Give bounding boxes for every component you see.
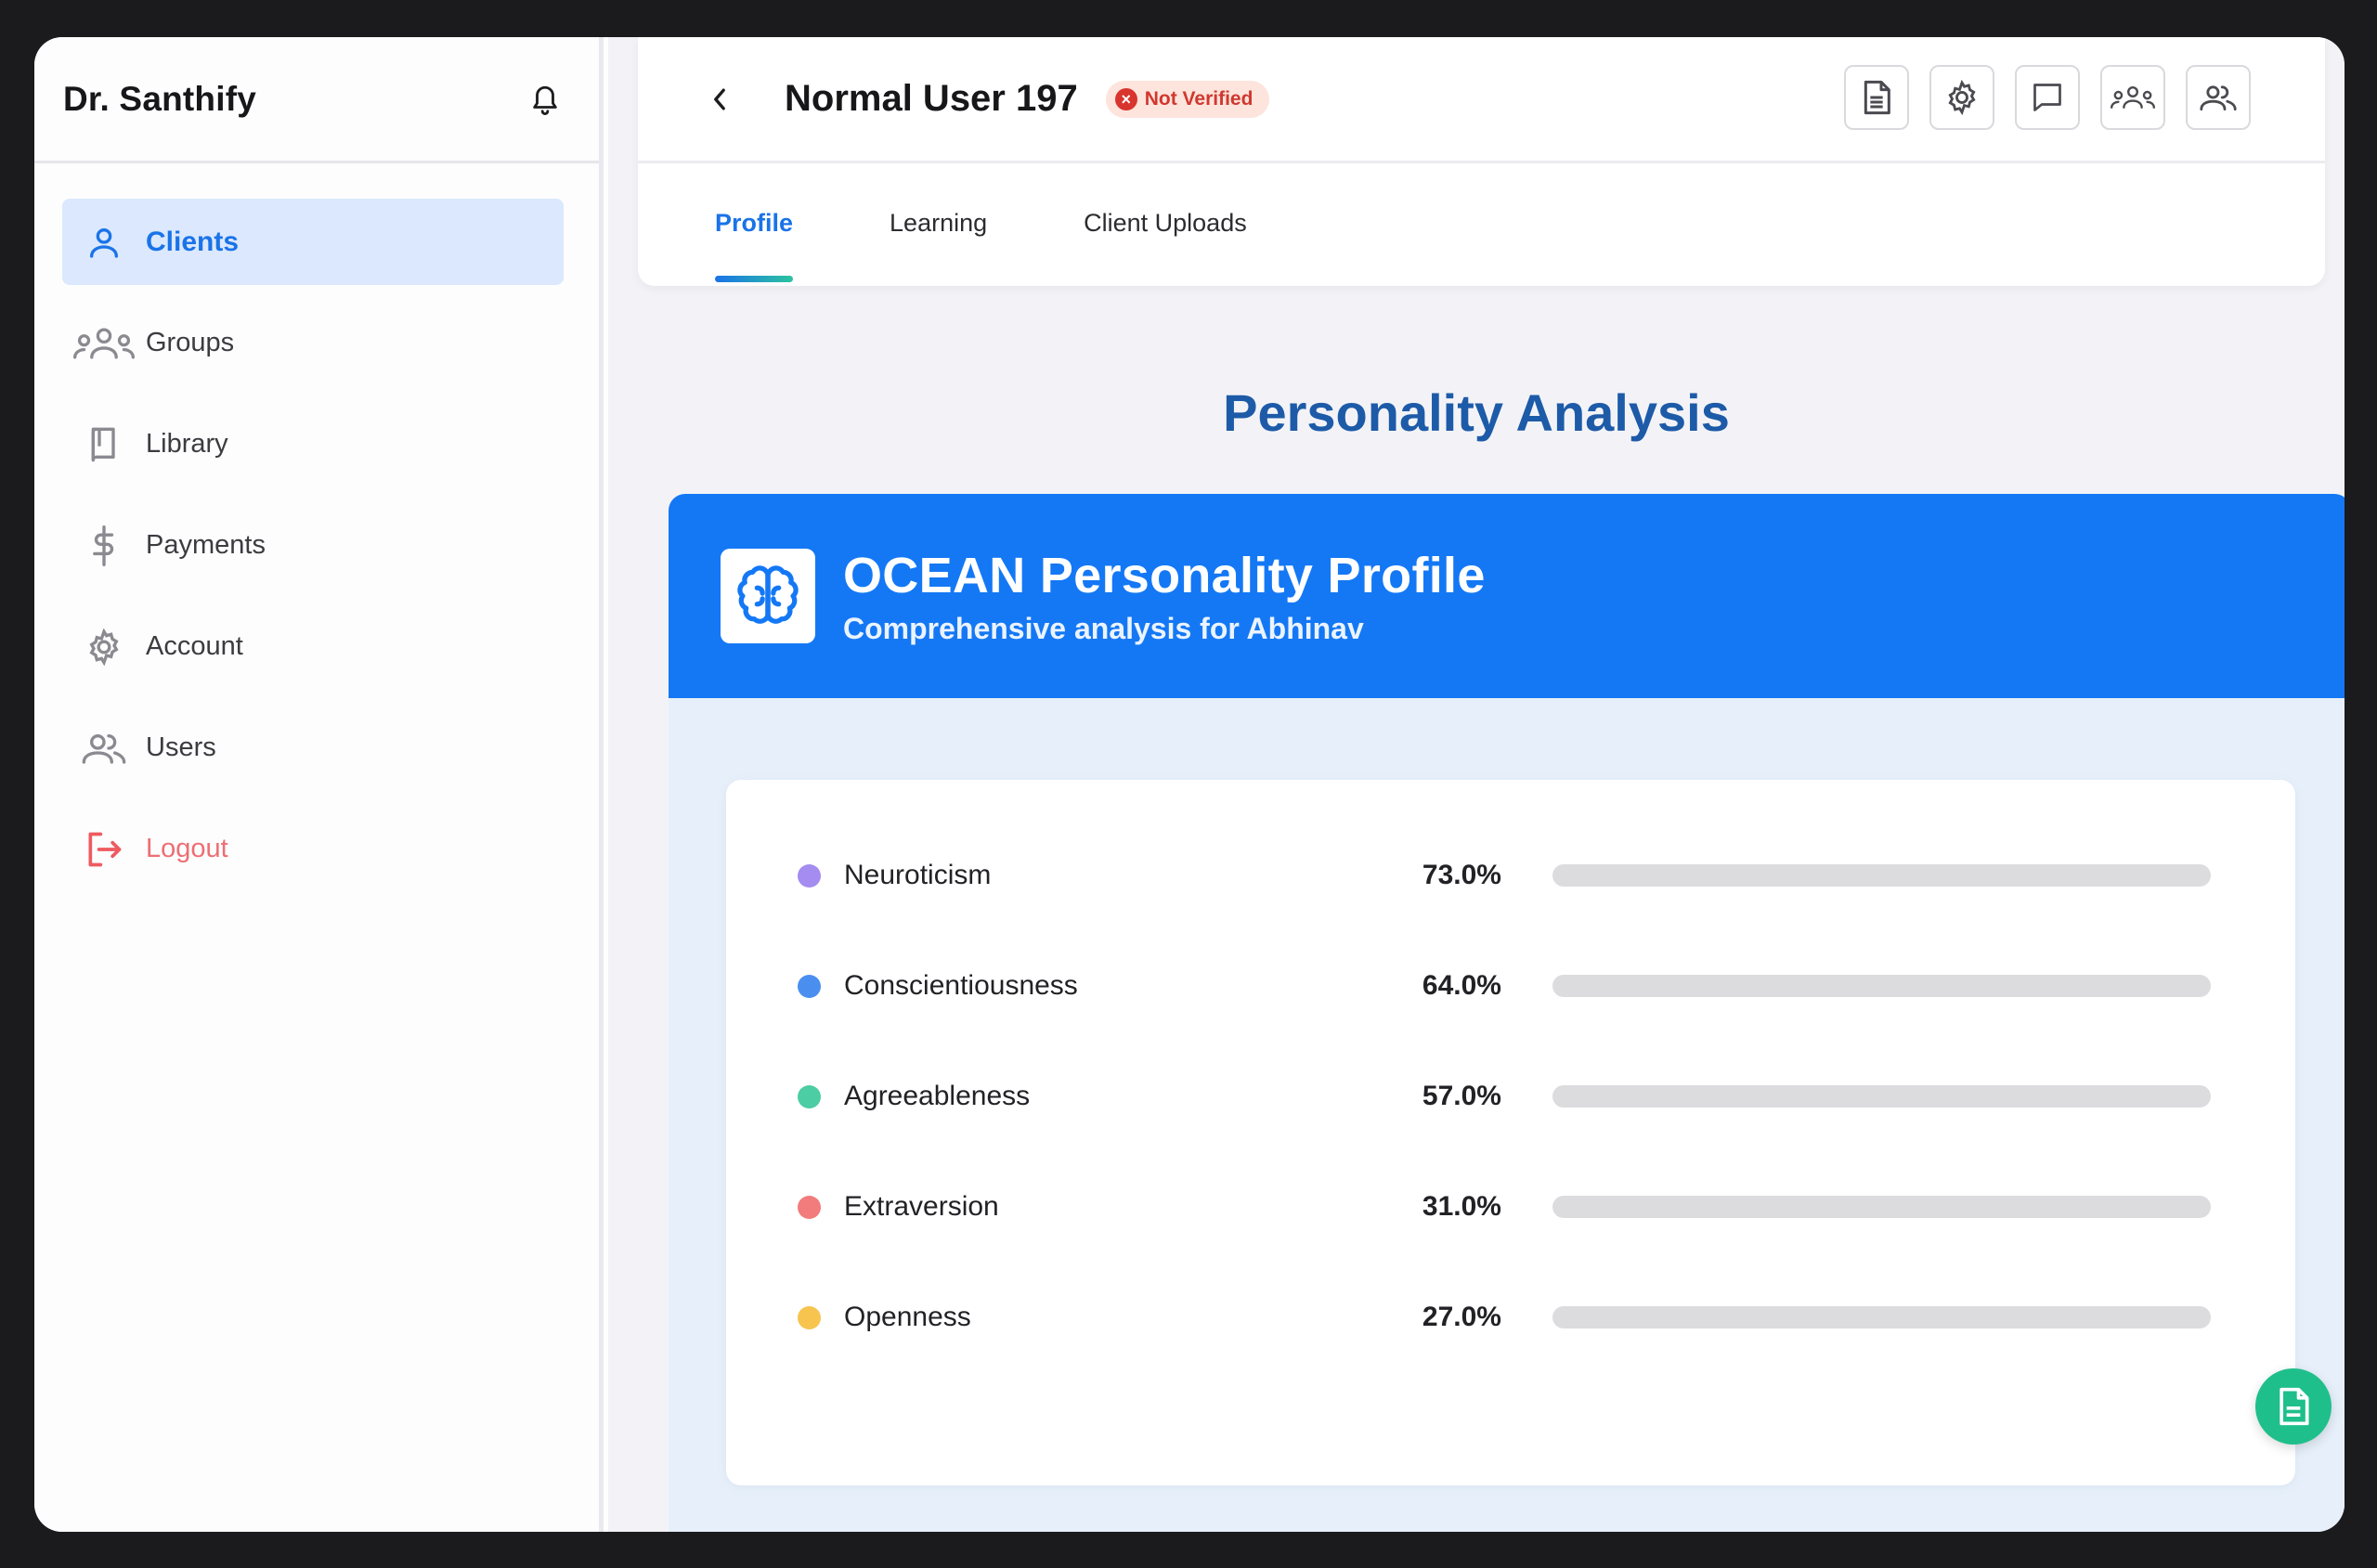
trait-name: Openness: [844, 1302, 971, 1332]
brain-icon: [721, 549, 815, 643]
chat-button[interactable]: [2015, 65, 2080, 130]
tab-profile[interactable]: Profile: [715, 209, 794, 282]
trait-value: 31.0%: [1422, 1191, 1501, 1222]
sidebar-item-label: Library: [146, 429, 228, 459]
sidebar-item-clients[interactable]: Clients: [62, 199, 564, 285]
client-header: Normal User 197 × Not Verified Profile L…: [638, 37, 2325, 286]
gear-icon: [62, 628, 146, 666]
trait-bar-track: [1552, 1306, 2211, 1328]
group-icon: [2111, 86, 2155, 109]
chat-icon: [2033, 84, 2061, 111]
trait-name: Neuroticism: [844, 860, 992, 890]
trait-dot: [798, 1084, 821, 1108]
book-icon: [62, 424, 146, 465]
trait-bar-track: [1552, 975, 2211, 997]
client-topbar: Normal User 197 × Not Verified: [638, 37, 2325, 163]
ocean-banner: OCEAN Personality Profile Comprehensive …: [669, 494, 2345, 698]
gear-icon: [1948, 80, 1976, 115]
brand-name: Dr. Santhify: [63, 79, 256, 118]
trait-name: Extraversion: [844, 1191, 999, 1222]
sidebar-item-label: Account: [146, 631, 243, 661]
client-tabs: Profile Learning Client Uploads: [638, 163, 2325, 283]
tab-client-uploads[interactable]: Client Uploads: [1084, 209, 1247, 238]
trait-row: Extraversion 31.0%: [726, 1184, 2295, 1230]
ocean-profile-card: OCEAN Personality Profile Comprehensive …: [669, 494, 2345, 1532]
client-name: Normal User 197: [785, 78, 1078, 119]
trait-name: Agreeableness: [844, 1081, 1031, 1111]
sidebar: Dr. Santhify Clients Groups Library Paym…: [34, 37, 604, 1532]
trait-value: 64.0%: [1422, 970, 1501, 1001]
bell-icon[interactable]: [526, 79, 564, 120]
trait-dot: [798, 974, 821, 998]
trait-bar-track: [1552, 864, 2211, 887]
status-badge: × Not Verified: [1105, 80, 1270, 118]
users-button[interactable]: [2186, 65, 2251, 130]
document-button[interactable]: [1844, 65, 1909, 130]
status-badge-label: Not Verified: [1144, 87, 1253, 110]
ocean-heading: OCEAN Personality Profile Comprehensive …: [843, 547, 1486, 646]
trait-row: Conscientiousness 64.0%: [726, 963, 2295, 1009]
sidebar-item-label: Users: [146, 732, 216, 762]
trait-dot: [798, 1305, 821, 1329]
users-icon: [62, 730, 146, 767]
trait-bar-track: [1552, 1196, 2211, 1218]
dollar-icon: [62, 525, 146, 566]
back-chevron-icon[interactable]: [701, 81, 738, 118]
sidebar-item-groups[interactable]: Groups: [62, 300, 564, 386]
trait-name: Conscientiousness: [844, 970, 1078, 1001]
sidebar-item-label: Clients: [146, 226, 240, 257]
trait-value: 73.0%: [1422, 860, 1501, 890]
trait-value: 27.0%: [1422, 1302, 1501, 1332]
logout-icon: [62, 829, 146, 870]
traits-panel: Neuroticism 73.0% Conscientiousness 64.0…: [726, 780, 2295, 1485]
sidebar-item-label: Payments: [146, 530, 266, 560]
sidebar-header: Dr. Santhify: [34, 37, 599, 163]
sidebar-item-label: Logout: [146, 834, 228, 863]
document-icon: [2280, 1387, 2309, 1426]
ocean-title: OCEAN Personality Profile: [843, 547, 1486, 603]
sidebar-item-payments[interactable]: Payments: [62, 502, 564, 589]
group-icon: [62, 325, 146, 362]
tab-learning[interactable]: Learning: [890, 209, 987, 238]
ocean-subtitle: Comprehensive analysis for Abhinav: [843, 611, 1364, 645]
header-actions: [1844, 65, 2251, 130]
trait-dot: [798, 863, 821, 888]
trait-row: Openness 27.0%: [726, 1294, 2295, 1341]
sidebar-item-library[interactable]: Library: [62, 401, 564, 487]
document-icon: [1864, 80, 1890, 115]
sidebar-item-logout[interactable]: Logout: [62, 806, 564, 892]
error-icon: ×: [1114, 87, 1137, 110]
group-button[interactable]: [2100, 65, 2165, 130]
app-window: Dr. Santhify Clients Groups Library Paym…: [34, 37, 2345, 1532]
trait-dot: [798, 1195, 821, 1219]
sidebar-item-account[interactable]: Account: [62, 603, 564, 690]
trait-bar-track: [1552, 1085, 2211, 1108]
sidebar-item-users[interactable]: Users: [62, 705, 564, 791]
trait-row: Neuroticism 73.0%: [726, 852, 2295, 899]
trait-row: Agreeableness 57.0%: [726, 1073, 2295, 1120]
main-content: Normal User 197 × Not Verified Profile L…: [608, 37, 2345, 1532]
document-fab-button[interactable]: [2255, 1368, 2332, 1445]
sidebar-item-label: Groups: [146, 328, 235, 357]
settings-button[interactable]: [1929, 65, 1994, 130]
sidebar-nav: Clients Groups Library Payments Account …: [34, 163, 599, 892]
trait-value: 57.0%: [1422, 1081, 1501, 1111]
section-title: Personality Analysis: [1223, 383, 1730, 442]
users-icon: [2200, 85, 2237, 110]
person-icon: [62, 224, 146, 261]
